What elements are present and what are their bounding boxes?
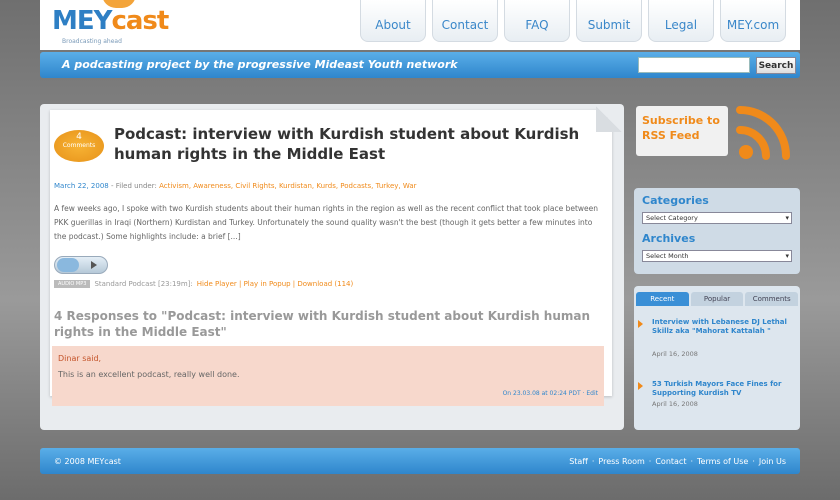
archives-select[interactable]: Select Month — [642, 250, 792, 262]
audio-description: Standard Podcast [23:19m]: — [94, 280, 193, 288]
comment-text: This is an excellent podcast, really wel… — [58, 370, 240, 379]
page-fold-decoration — [596, 106, 622, 132]
widget-tabs: Recent Popular Comments — [636, 292, 799, 306]
nav-legal[interactable]: Legal — [648, 0, 714, 42]
footer-sep: · — [591, 457, 595, 466]
footer-sep: · — [752, 457, 755, 466]
recent-posts-widget: Recent Popular Comments Interview with L… — [634, 286, 800, 430]
bullet-arrow-icon — [638, 320, 643, 328]
footer-copyright: © 2008 MEYcast — [54, 457, 121, 466]
logo-mey: MEY — [52, 6, 112, 36]
footer-link-contact[interactable]: Contact — [655, 457, 686, 466]
post-meta: March 22, 2008 - Filed under: Activism, … — [54, 182, 417, 190]
list-item[interactable]: Interview with Lebanese DJ Lethal Skillz… — [638, 318, 794, 362]
tagline-bar: A podcasting project by the progressive … — [40, 52, 800, 78]
nav-submit[interactable]: Submit — [576, 0, 642, 42]
rss-subscribe-label: Subscribe to RSS Feed — [642, 114, 720, 142]
audio-player[interactable] — [54, 256, 108, 274]
main-content: 4 Comments Podcast: interview with Kurdi… — [40, 104, 624, 430]
site-logo[interactable]: MEYcast Broadcasting ahead — [52, 0, 172, 48]
tab-recent[interactable]: Recent — [636, 292, 689, 306]
site-header: MEYcast Broadcasting ahead About Contact… — [40, 0, 800, 50]
play-icon[interactable] — [91, 261, 97, 269]
recent-post-date: April 16, 2008 — [652, 350, 698, 358]
audio-info: AUDIO MP3 Standard Podcast [23:19m]: Hid… — [54, 280, 353, 288]
post-excerpt: A few weeks ago, I spoke with two Kurdis… — [54, 204, 599, 241]
footer-links: Staff · Press Room · Contact · Terms of Use… — [569, 457, 786, 466]
comment-meta[interactable]: On 23.03.08 at 02:24 PDT · Edit — [503, 390, 598, 397]
post-title[interactable]: Podcast: interview with Kurdish student … — [114, 124, 594, 165]
filed-under-label: - Filed under: — [108, 182, 160, 190]
tab-comments[interactable]: Comments — [745, 292, 799, 306]
comment-item: Dinar said, This is an excellent podcast… — [52, 346, 604, 406]
search-input[interactable] — [638, 57, 750, 73]
footer-sep: · — [690, 457, 694, 466]
categories-select[interactable]: Select Category — [642, 212, 792, 224]
footer-link-staff[interactable]: Staff — [569, 457, 588, 466]
footer-link-press-room[interactable]: Press Room — [598, 457, 644, 466]
site-tagline: A podcasting project by the progressive … — [62, 58, 458, 71]
post-date: March 22, 2008 — [54, 182, 109, 190]
list-item[interactable]: 53 Turkish Mayors Face Fines for Support… — [638, 380, 794, 414]
logo-text: MEYcast — [52, 6, 169, 36]
post-card: 4 Comments Podcast: interview with Kurdi… — [50, 106, 622, 406]
post-tags[interactable]: Activism, Awareness, Civil Rights, Kurdi… — [159, 182, 416, 190]
bullet-arrow-icon — [638, 382, 643, 390]
responses-heading: 4 Responses to "Podcast: interview with … — [54, 309, 591, 340]
nav-contact[interactable]: Contact — [432, 0, 498, 42]
volume-icon — [57, 258, 79, 272]
recent-post-date: April 16, 2008 — [652, 400, 698, 408]
tab-popular[interactable]: Popular — [690, 292, 744, 306]
rss-icon[interactable] — [736, 104, 792, 162]
categories-archives-box: Categories Select Category Archives Sele… — [634, 188, 800, 274]
nav-faq[interactable]: FAQ — [504, 0, 570, 42]
audio-links[interactable]: Hide Player | Play in Popup | Download (… — [197, 280, 353, 288]
audio-badge: AUDIO MP3 — [54, 280, 91, 288]
nav-mey-com[interactable]: MEY.com — [720, 0, 786, 42]
comment-count-bubble[interactable]: 4 Comments — [54, 130, 104, 162]
categories-heading: Categories — [642, 194, 709, 207]
logo-cast: cast — [111, 6, 169, 36]
recent-post-title[interactable]: 53 Turkish Mayors Face Fines for Support… — [652, 380, 794, 398]
archives-heading: Archives — [642, 232, 696, 245]
footer-sep: · — [648, 457, 652, 466]
recent-post-title[interactable]: Interview with Lebanese DJ Lethal Skillz… — [652, 318, 794, 336]
comment-count: 4 — [76, 132, 82, 142]
footer-link-terms[interactable]: Terms of Use — [697, 457, 748, 466]
logo-tagline: Broadcasting ahead — [62, 38, 122, 45]
main-nav: About Contact FAQ Submit Legal MEY.com — [360, 0, 786, 42]
site-footer: © 2008 MEYcast Staff · Press Room · Contac… — [40, 448, 800, 474]
footer-link-join-us[interactable]: Join Us — [759, 457, 786, 466]
rss-subscribe-box[interactable]: Subscribe to RSS Feed — [636, 106, 728, 156]
search-button[interactable]: Search — [756, 57, 796, 74]
nav-about[interactable]: About — [360, 0, 426, 42]
comment-author: Dinar said, — [58, 354, 102, 363]
comment-count-label: Comments — [62, 141, 96, 149]
